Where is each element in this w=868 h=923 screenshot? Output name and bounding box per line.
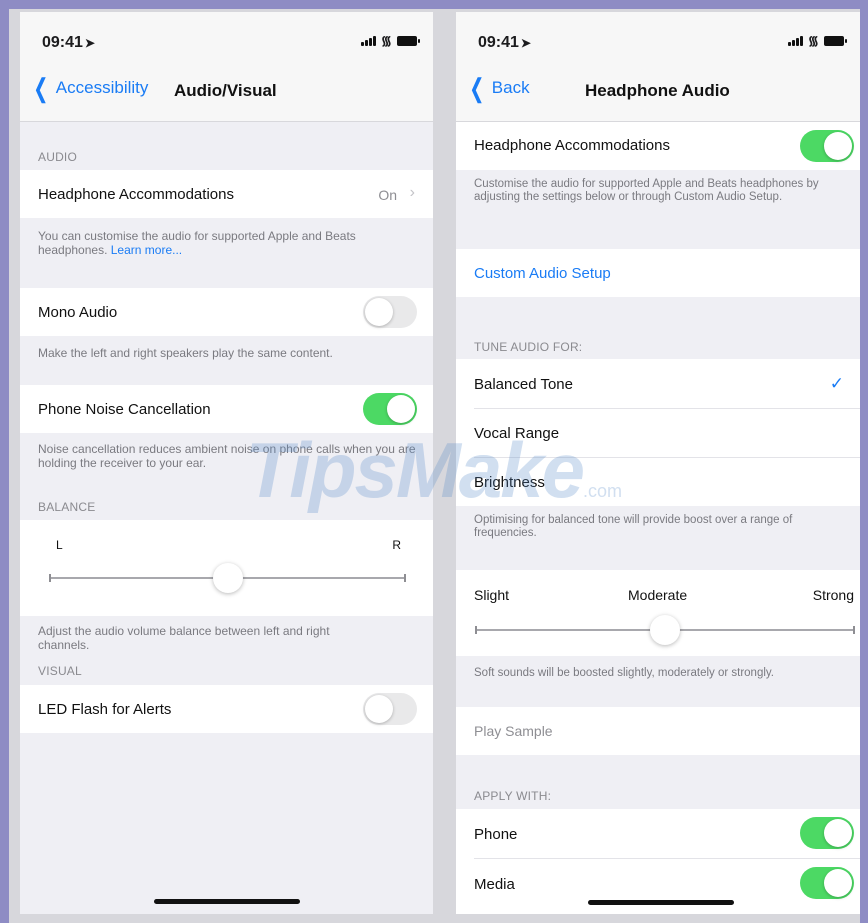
headphone-accommodations-row[interactable]: Headphone Accommodations On › bbox=[20, 170, 433, 218]
page-title: Headphone Audio bbox=[585, 81, 730, 100]
back-button[interactable]: ❮ Back bbox=[466, 73, 530, 103]
section-header-visual: VISUAL bbox=[38, 664, 82, 678]
section-header-apply: APPLY WITH: bbox=[474, 789, 552, 803]
noise-cancellation-toggle[interactable] bbox=[363, 393, 417, 425]
status-time: 09:41 ➤ bbox=[478, 34, 531, 51]
status-bar: 09:41 ➤ ᯾ bbox=[456, 12, 860, 62]
battery-icon bbox=[824, 36, 847, 46]
balance-tick-right bbox=[404, 574, 406, 582]
learn-more-link[interactable]: Learn more... bbox=[111, 243, 182, 257]
back-button[interactable]: ❮ Accessibility bbox=[30, 73, 149, 103]
location-arrow-icon: ➤ bbox=[84, 36, 95, 50]
boost-slight-label: Slight bbox=[474, 587, 510, 603]
headphone-accommodations-toggle[interactable] bbox=[800, 130, 854, 162]
tune-option-label: Vocal Range bbox=[474, 425, 560, 442]
mono-audio-footer: Make the left and right speakers play th… bbox=[38, 346, 333, 360]
status-time: 09:41 ➤ bbox=[42, 34, 95, 51]
back-label: Back bbox=[491, 78, 530, 97]
tune-options-group: Balanced Tone ✓ Vocal Range Brightness bbox=[456, 359, 860, 506]
noise-cancellation-row: Phone Noise Cancellation bbox=[20, 385, 433, 433]
apply-phone-row: Phone bbox=[456, 809, 860, 858]
tune-option-label: Brightness bbox=[474, 474, 545, 491]
balance-slider-thumb[interactable] bbox=[212, 563, 243, 593]
home-indicator[interactable] bbox=[588, 900, 734, 905]
tune-option[interactable]: Vocal Range bbox=[456, 408, 860, 457]
wifi-icon: ᯾ bbox=[807, 33, 819, 48]
boost-strong-label: Strong bbox=[812, 587, 854, 603]
home-indicator[interactable] bbox=[154, 899, 300, 904]
chevron-left-icon: ❮ bbox=[33, 73, 49, 103]
location-arrow-icon: ➤ bbox=[520, 36, 531, 50]
wifi-icon: ᯾ bbox=[380, 33, 392, 48]
battery-icon bbox=[397, 36, 420, 46]
headphone-accommodations-row: Headphone Accommodations bbox=[456, 122, 860, 170]
section-header-tune: TUNE AUDIO FOR: bbox=[474, 340, 583, 354]
apply-group: Phone Media bbox=[456, 809, 860, 914]
cellular-signal-icon bbox=[360, 36, 376, 46]
balance-tick-left bbox=[49, 574, 51, 582]
row-label: Mono Audio bbox=[38, 304, 118, 321]
accommodations-footer: Customise the audio for supported Apple … bbox=[474, 178, 819, 203]
row-label: Phone Noise Cancellation bbox=[38, 401, 211, 418]
chevron-left-icon: ❮ bbox=[469, 73, 485, 103]
row-label: Phone bbox=[474, 826, 518, 843]
chevron-right-icon: › bbox=[409, 184, 415, 201]
tune-option[interactable]: Brightness bbox=[456, 457, 860, 506]
row-label: Headphone Accommodations bbox=[38, 186, 234, 203]
custom-audio-setup-row[interactable]: Custom Audio Setup bbox=[456, 249, 860, 297]
balance-row: L R bbox=[20, 520, 433, 616]
play-sample-row[interactable]: Play Sample bbox=[456, 707, 860, 755]
mono-audio-toggle[interactable] bbox=[363, 296, 417, 328]
boost-footer: Soft sounds will be boosted slightly, mo… bbox=[474, 667, 774, 679]
led-flash-row: LED Flash for Alerts bbox=[20, 685, 433, 733]
tune-footer: Optimising for balanced tone will provid… bbox=[474, 514, 793, 539]
tune-option-label: Balanced Tone bbox=[474, 376, 573, 393]
apply-media-toggle[interactable] bbox=[800, 867, 854, 899]
row-label: Headphone Accommodations bbox=[474, 137, 670, 154]
section-header-audio: AUDIO bbox=[38, 150, 78, 164]
headphone-footer: You can customise the audio for supporte… bbox=[38, 229, 356, 257]
balance-footer: Adjust the audio volume balance between … bbox=[38, 624, 330, 652]
navigation-bar: ❮ Back Headphone Audio bbox=[456, 62, 860, 122]
balance-left-label: L bbox=[56, 538, 63, 552]
row-label: Media bbox=[474, 876, 515, 893]
balance-right-label: R bbox=[392, 538, 401, 552]
boost-slider-thumb[interactable] bbox=[650, 615, 680, 645]
boost-row: Slight Moderate Strong bbox=[456, 570, 860, 656]
mono-audio-row: Mono Audio bbox=[20, 288, 433, 336]
section-header-balance: BALANCE bbox=[38, 500, 96, 514]
boost-tick-right bbox=[853, 626, 855, 634]
page-title: Audio/Visual bbox=[174, 81, 277, 100]
apply-phone-toggle[interactable] bbox=[800, 817, 854, 849]
back-label: Accessibility bbox=[55, 78, 149, 97]
headphone-audio-screen: 09:41 ➤ ᯾ ❮ Back Headphone Audio Headphon… bbox=[456, 12, 860, 914]
led-flash-toggle[interactable] bbox=[363, 693, 417, 725]
noise-cancellation-footer: Noise cancellation reduces ambient noise… bbox=[38, 442, 416, 470]
boost-tick-left bbox=[475, 626, 477, 634]
navigation-bar: ❮ Accessibility Audio/Visual bbox=[20, 62, 433, 122]
row-label: LED Flash for Alerts bbox=[38, 701, 172, 718]
boost-moderate-label: Moderate bbox=[628, 587, 688, 603]
cellular-signal-icon bbox=[787, 36, 803, 46]
audio-visual-screen: 09:41 ➤ ᯾ ❮ Accessibility Audio/Visual AU… bbox=[20, 12, 433, 914]
status-bar: 09:41 ➤ ᯾ bbox=[20, 12, 433, 62]
custom-audio-setup-link[interactable]: Custom Audio Setup bbox=[474, 265, 611, 282]
play-sample-button[interactable]: Play Sample bbox=[474, 723, 553, 739]
row-value: On bbox=[378, 187, 397, 203]
tune-option[interactable]: Balanced Tone ✓ bbox=[456, 359, 860, 408]
checkmark-icon: ✓ bbox=[829, 374, 844, 393]
